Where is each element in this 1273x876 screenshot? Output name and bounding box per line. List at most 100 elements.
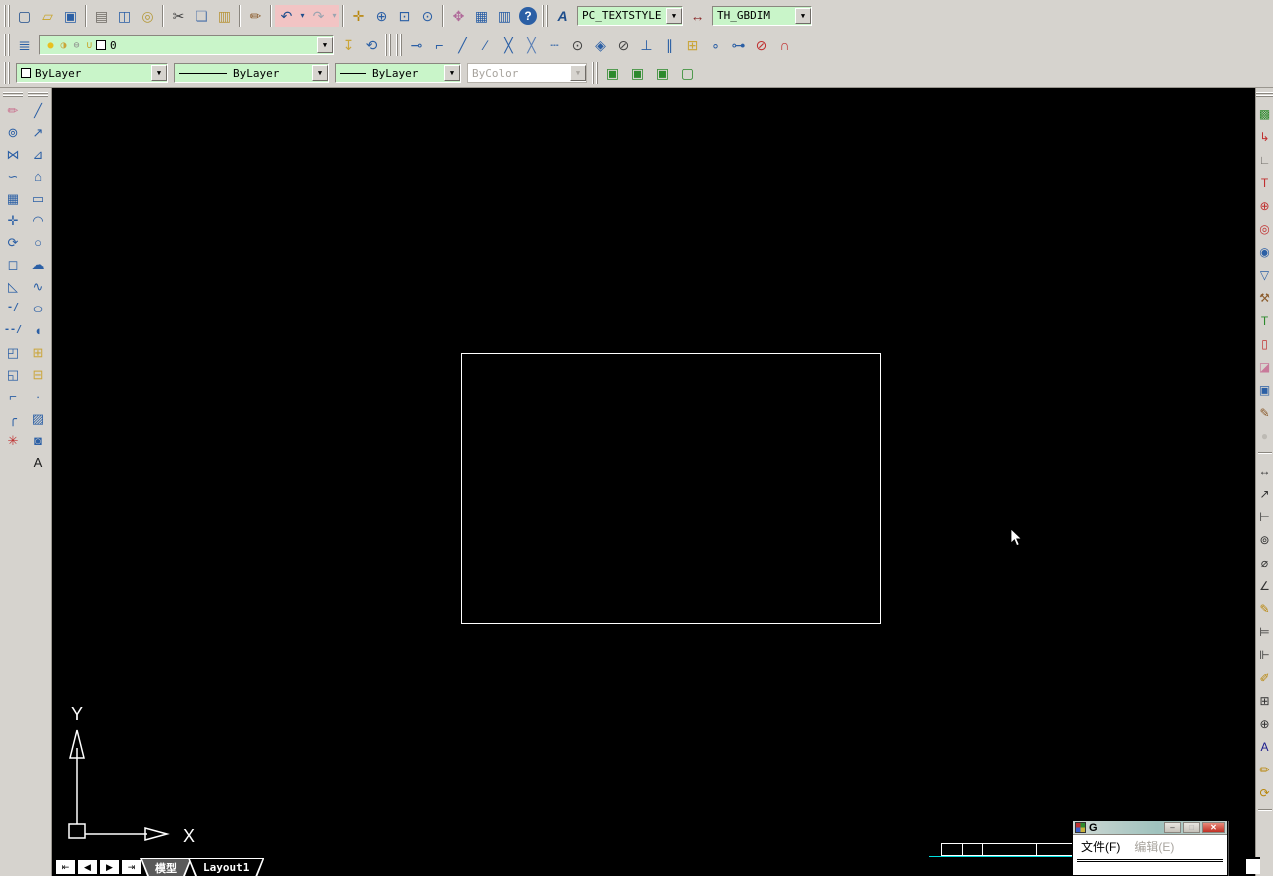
dim-edit-button[interactable]: ✏ bbox=[1256, 761, 1273, 778]
toolbar-grip[interactable] bbox=[4, 5, 11, 27]
last-tab-button[interactable]: ⇥ bbox=[121, 859, 142, 875]
snap-node-button[interactable]: ∘ bbox=[704, 34, 727, 56]
arc-button[interactable]: ◠ bbox=[27, 209, 49, 231]
ellipse-button[interactable]: ○ bbox=[22, 297, 54, 319]
zoom-previous-button[interactable]: ⊙ bbox=[416, 5, 439, 27]
explode-button[interactable]: ✳ bbox=[2, 429, 24, 451]
snap-extension-button[interactable]: ┄ bbox=[543, 34, 566, 56]
layer-on-bulb-icon[interactable]: ● bbox=[44, 40, 57, 51]
drawing-canvas[interactable]: Y X ⇤◀▶⇥ 模型 Layout1 bbox=[52, 88, 1255, 876]
osnap-settings-button[interactable]: ∩ bbox=[773, 34, 796, 56]
publish-button[interactable]: ◎ bbox=[136, 5, 159, 27]
save-file-button[interactable]: ▣ bbox=[59, 5, 82, 27]
dim-leader-button[interactable]: ✐ bbox=[1256, 669, 1273, 686]
layer-manager-button[interactable]: ≣ bbox=[13, 34, 36, 56]
zoom-window-button[interactable]: ⊡ bbox=[393, 5, 416, 27]
point-button[interactable]: ∙ bbox=[27, 385, 49, 407]
brush-tool-button[interactable]: ✎ bbox=[1256, 404, 1273, 421]
linetype-combo[interactable]: ByLayer ▼ bbox=[174, 63, 329, 83]
dim-diameter-button[interactable]: ⌀ bbox=[1256, 554, 1273, 571]
undo-button[interactable]: ↶ bbox=[275, 5, 298, 27]
paste-button[interactable]: ▥ bbox=[213, 5, 236, 27]
print-button[interactable]: ▤ bbox=[90, 5, 113, 27]
snap-center-button[interactable]: ⊙ bbox=[566, 34, 589, 56]
snap-tangent-button[interactable]: ⊘ bbox=[612, 34, 635, 56]
stretch-button[interactable]: ◻ bbox=[2, 253, 24, 275]
toolbar-grip[interactable] bbox=[592, 62, 599, 84]
chevron-down-icon[interactable]: ▼ bbox=[666, 8, 682, 24]
hatch-button[interactable]: ▨ bbox=[27, 407, 49, 429]
dim-center-mark-button[interactable]: ⊕ bbox=[1256, 715, 1273, 732]
redo-button[interactable]: ↷ bbox=[307, 5, 330, 27]
region-button[interactable]: ◙ bbox=[27, 429, 49, 451]
text-tool-button[interactable]: T bbox=[1256, 312, 1273, 329]
layer-freeze-icon[interactable]: ◑ bbox=[57, 40, 70, 51]
snap-midpoint-button[interactable]: ∕ bbox=[474, 34, 497, 56]
dim-tolerance-button[interactable]: ⊞ bbox=[1256, 692, 1273, 709]
toolbar-grip[interactable] bbox=[28, 92, 48, 97]
first-tab-button[interactable]: ⇤ bbox=[55, 859, 76, 875]
toolbar-grip[interactable] bbox=[4, 34, 11, 56]
print-preview-button[interactable]: ◫ bbox=[113, 5, 136, 27]
dim-baseline-button[interactable]: ⊨ bbox=[1256, 623, 1273, 640]
chevron-down-icon[interactable]: ▼ bbox=[444, 65, 460, 81]
dim-continue-button[interactable]: ⊩ bbox=[1256, 646, 1273, 663]
snap-nearest-button[interactable]: ⊶ bbox=[727, 34, 750, 56]
copy-object-button[interactable]: ⊚ bbox=[2, 121, 24, 143]
bulb-off-button[interactable]: ● bbox=[1256, 427, 1273, 444]
section-symbol-button[interactable]: ⊕ bbox=[1256, 197, 1273, 214]
tab-model[interactable]: 模型 bbox=[140, 858, 192, 876]
snap-intersection-button[interactable]: ╳ bbox=[497, 34, 520, 56]
viewport-object-button[interactable]: ▢ bbox=[676, 62, 699, 84]
view-direction-button[interactable]: ◉ bbox=[1256, 243, 1273, 260]
array-button[interactable]: ▦ bbox=[2, 187, 24, 209]
chevron-down-icon[interactable]: ▼ bbox=[151, 65, 167, 81]
dim-linear-button[interactable]: ↔ bbox=[1256, 462, 1273, 479]
previous-tab-button[interactable]: ◀ bbox=[77, 859, 98, 875]
snap-from-button[interactable]: ⌐ bbox=[428, 34, 451, 56]
layer-unlock-icon[interactable]: ∪ bbox=[83, 40, 96, 51]
section-box-button[interactable]: ▯ bbox=[1256, 335, 1273, 352]
layer-previous-button[interactable]: ⟲ bbox=[360, 34, 383, 56]
toolbar-grip[interactable] bbox=[3, 92, 23, 97]
make-object-layer-current-button[interactable]: ↧ bbox=[337, 34, 360, 56]
viewport-dialog-button[interactable]: ▣ bbox=[601, 62, 624, 84]
rectangle-button[interactable]: ▭ bbox=[27, 187, 49, 209]
dim-text-button[interactable]: A bbox=[1256, 738, 1273, 755]
polygon-button[interactable]: ⌂ bbox=[27, 165, 49, 187]
dim-quick-button[interactable]: ✎ bbox=[1256, 600, 1273, 617]
new-file-button[interactable]: ▢ bbox=[13, 5, 36, 27]
snap-insert-button[interactable]: ⊞ bbox=[681, 34, 704, 56]
extend-button[interactable]: --/ bbox=[2, 319, 24, 341]
text-arc-button[interactable]: T bbox=[1256, 174, 1273, 191]
snap-parallel-button[interactable]: ∥ bbox=[658, 34, 681, 56]
text-button[interactable]: A bbox=[27, 451, 49, 473]
color-combo[interactable]: ByLayer ▼ bbox=[16, 63, 168, 83]
viewport-single-button[interactable]: ▣ bbox=[626, 62, 649, 84]
circle-button[interactable]: ○ bbox=[27, 231, 49, 253]
help-button[interactable]: ? bbox=[519, 7, 537, 25]
text-style-icon[interactable]: A bbox=[551, 5, 574, 27]
make-block-button[interactable]: ⊟ bbox=[27, 363, 49, 385]
dim-update-button[interactable]: ⟳ bbox=[1256, 784, 1273, 801]
snap-apparent-intersection-button[interactable]: ╳ bbox=[520, 34, 543, 56]
eraser-tool-button[interactable]: ◪ bbox=[1256, 358, 1273, 375]
snap-endpoint-button[interactable]: ╱ bbox=[451, 34, 474, 56]
surface-roughness-button[interactable]: ▽ bbox=[1256, 266, 1273, 283]
snap-none-button[interactable]: ⊘ bbox=[750, 34, 773, 56]
minimize-button[interactable]: – bbox=[1164, 822, 1181, 833]
insert-block-button[interactable]: ⊞ bbox=[27, 341, 49, 363]
match-properties-button[interactable]: ✏ bbox=[244, 5, 267, 27]
redo-options-button[interactable]: ▾ bbox=[330, 5, 339, 27]
toolbar-grip[interactable] bbox=[542, 5, 549, 27]
rotate-button[interactable]: ⟳ bbox=[2, 231, 24, 253]
polyline-button[interactable]: ⊿ bbox=[27, 143, 49, 165]
tool-palettes-button[interactable]: ▥ bbox=[493, 5, 516, 27]
lineweight-combo[interactable]: ByLayer ▼ bbox=[335, 63, 461, 83]
offset-button[interactable]: ∽ bbox=[2, 165, 24, 187]
toolbar-grip[interactable] bbox=[1256, 92, 1273, 97]
dim-style-icon[interactable]: ↔ bbox=[686, 5, 709, 27]
ellipse-arc-button[interactable]: ◖ bbox=[27, 319, 49, 341]
block-tool-button[interactable]: ▣ bbox=[1256, 381, 1273, 398]
open-file-button[interactable]: ▱ bbox=[36, 5, 59, 27]
